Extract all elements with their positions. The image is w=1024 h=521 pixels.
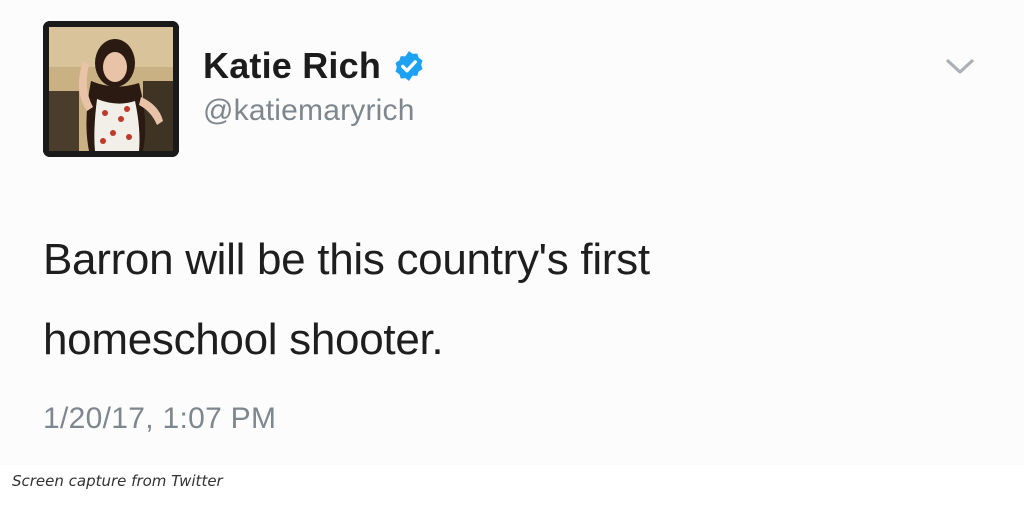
- name-row: Katie Rich: [203, 44, 426, 88]
- tweet-text-line: homeschool shooter.: [43, 315, 444, 364]
- verified-badge-icon: [395, 51, 423, 81]
- avatar[interactable]: [43, 21, 179, 157]
- tweet-card: Katie Rich @katiemaryrich Barron will be…: [0, 0, 1024, 465]
- image-caption: Screen capture from Twitter: [12, 472, 223, 490]
- chevron-down-icon[interactable]: [943, 56, 977, 78]
- tweet-text: Barron will be this country's first home…: [43, 220, 943, 380]
- display-name[interactable]: Katie Rich: [203, 45, 381, 87]
- tweet-text-line: Barron will be this country's first: [43, 235, 650, 284]
- avatar-image: [43, 21, 179, 157]
- user-handle[interactable]: @katiemaryrich: [203, 94, 415, 128]
- tweet-timestamp[interactable]: 1/20/17, 1:07 PM: [43, 402, 276, 436]
